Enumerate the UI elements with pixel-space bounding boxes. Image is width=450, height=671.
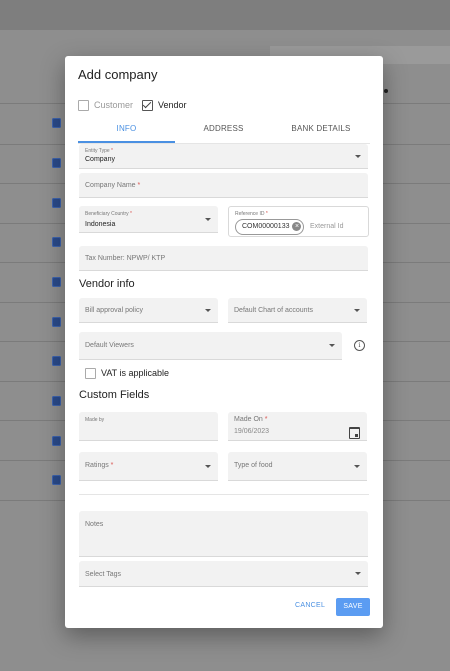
entity-type-select[interactable]: Entity Type * Company: [79, 144, 368, 169]
section-divider: [79, 494, 369, 495]
entity-type-value: Company: [85, 156, 115, 163]
notes-textarea[interactable]: Notes: [79, 511, 368, 557]
entity-type-label: Entity Type: [85, 148, 110, 154]
ratings-label: Ratings: [85, 462, 109, 469]
contact-card-icon: [52, 118, 61, 128]
tab-address[interactable]: ADDRESS: [175, 124, 272, 142]
contact-card-icon: [52, 396, 61, 406]
chevron-down-icon: [354, 465, 360, 468]
beneficiary-country-value: Indonesia: [85, 221, 116, 228]
customer-checkbox-label[interactable]: Customer: [94, 100, 133, 110]
add-company-dialog: Add company Customer Vendor INFO ADDRESS…: [65, 56, 383, 628]
notes-label: Notes: [85, 521, 104, 528]
contact-card-icon: [52, 198, 61, 208]
type-of-food-label: Type of food: [234, 462, 273, 469]
chevron-down-icon: [205, 309, 211, 312]
tax-number-placeholder: Tax Number: NPWP/ KTP: [85, 255, 166, 262]
contact-card-icon: [52, 158, 61, 168]
chevron-down-icon: [205, 218, 211, 221]
made-on-label: Made On: [234, 416, 263, 423]
tab-info[interactable]: INFO: [78, 124, 175, 142]
contact-card-icon: [52, 237, 61, 247]
beneficiary-country-label: Beneficiary Country: [85, 211, 129, 217]
close-icon[interactable]: ×: [292, 222, 302, 231]
ratings-select[interactable]: Ratings *: [79, 452, 218, 481]
background-topbar: [0, 0, 450, 30]
reference-id-label: Reference ID: [235, 211, 265, 217]
chevron-down-icon: [205, 465, 211, 468]
external-id-placeholder[interactable]: External Id: [310, 223, 343, 230]
type-of-food-select[interactable]: Type of food: [228, 452, 367, 481]
calendar-icon[interactable]: [349, 427, 360, 439]
made-on-value: 19/06/2023: [234, 428, 270, 435]
info-icon[interactable]: i: [354, 340, 365, 351]
default-viewers-select[interactable]: Default Viewers: [79, 332, 342, 360]
made-on-date-field[interactable]: Made On * 19/06/2023: [228, 412, 367, 441]
beneficiary-country-select[interactable]: Beneficiary Country * Indonesia: [79, 206, 218, 233]
bill-approval-policy-select[interactable]: Bill approval policy: [79, 298, 218, 323]
vendor-info-title: Vendor info: [79, 278, 135, 290]
chevron-down-icon: [354, 309, 360, 312]
default-chart-of-accounts-select[interactable]: Default Chart of accounts: [228, 298, 367, 323]
contact-card-icon: [52, 356, 61, 366]
reference-id-field[interactable]: Reference ID * COM00000133 × External Id: [228, 206, 369, 237]
made-by-label: Made by: [85, 417, 105, 423]
custom-fields-title: Custom Fields: [79, 389, 150, 401]
select-tags-field[interactable]: Select Tags: [79, 561, 368, 587]
vat-checkbox-label[interactable]: VAT is applicable: [101, 368, 169, 378]
save-button[interactable]: SAVE: [336, 598, 370, 616]
contact-card-icon: [52, 475, 61, 485]
default-chart-of-accounts-label: Default Chart of accounts: [234, 307, 313, 314]
cancel-button[interactable]: CANCEL: [295, 602, 325, 609]
contact-card-icon: [52, 317, 61, 327]
background-dot: [384, 89, 388, 93]
default-viewers-label: Default Viewers: [85, 342, 134, 349]
vat-checkbox[interactable]: [85, 368, 96, 379]
contact-card-icon: [52, 436, 61, 446]
chevron-down-icon: [355, 572, 361, 575]
made-by-field[interactable]: Made by: [79, 412, 218, 441]
chevron-down-icon: [355, 155, 361, 158]
reference-id-chip-text: COM00000133: [242, 223, 290, 230]
company-name-label: Company Name: [85, 182, 136, 189]
vendor-checkbox-label[interactable]: Vendor: [158, 100, 187, 110]
company-name-field[interactable]: Company Name *: [79, 173, 368, 198]
contact-card-icon: [52, 277, 61, 287]
dialog-title: Add company: [78, 67, 158, 82]
vendor-checkbox[interactable]: [142, 100, 153, 111]
reference-id-chip[interactable]: COM00000133 ×: [235, 219, 305, 235]
chevron-down-icon: [329, 344, 335, 347]
select-tags-placeholder: Select Tags: [85, 571, 122, 578]
tab-bank-details[interactable]: BANK DETAILS: [272, 124, 370, 142]
bill-approval-policy-label: Bill approval policy: [85, 307, 143, 314]
tax-number-field[interactable]: Tax Number: NPWP/ KTP: [79, 246, 368, 271]
customer-checkbox[interactable]: [78, 100, 89, 111]
